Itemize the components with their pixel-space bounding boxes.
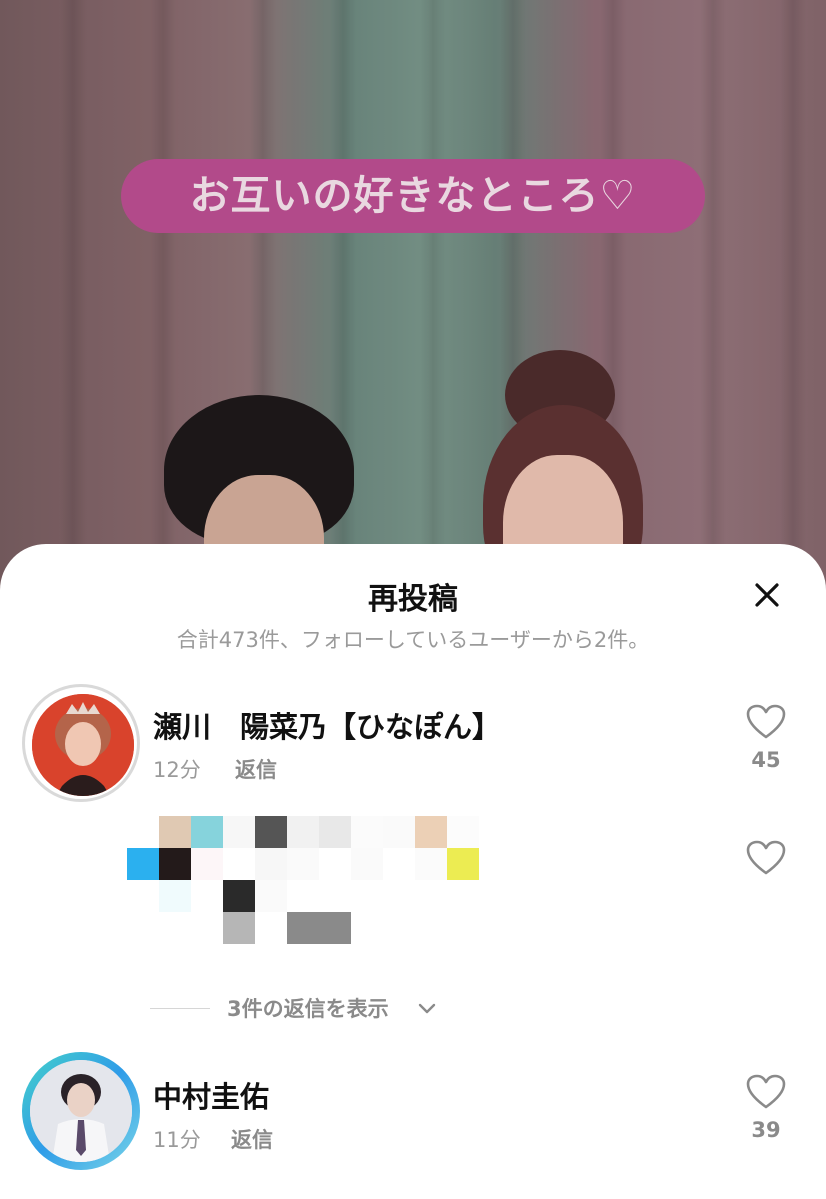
divider [150,1008,210,1009]
comment-author[interactable]: 瀬川 陽菜乃【ひなぽん】 [153,704,501,746]
avatar[interactable] [22,1052,140,1170]
chevron-down-icon [418,1003,436,1014]
heart-outline-icon [746,840,786,875]
sticker-image [127,816,511,946]
video-caption: お互いの好きなところ♡ [121,159,705,233]
comment-author[interactable]: 中村圭佑 [153,1074,269,1116]
like-button[interactable]: 45 [740,704,792,772]
close-icon [755,583,779,607]
like-count: 45 [751,748,781,772]
sheet-title: 再投稿 [368,582,458,617]
avatar[interactable] [22,684,140,802]
close-button[interactable] [742,578,792,614]
like-button[interactable] [740,840,792,876]
video-player[interactable]: お互いの好きなところ♡ [0,0,826,620]
comment-timestamp: 11分 [153,1128,201,1152]
heart-outline-icon [746,704,786,739]
repost-sheet: 再投稿 合計473件、フォローしているユーザーから2件。 瀬川 陽菜乃【ひなぽん… [0,544,826,1199]
reply-button[interactable]: 返信 [235,754,277,784]
comment-item: 中村圭佑 11分 返信 39 [0,1052,826,1177]
reply-button[interactable]: 返信 [231,1124,273,1154]
comment-timestamp: 12分 [153,758,201,782]
heart-outline-icon [746,1074,786,1109]
show-replies-label: 3件の返信を表示 [227,997,389,1021]
comment-item: 瀬川 陽菜乃【ひなぽん】 12分 返信 45 [0,682,826,807]
like-button[interactable]: 39 [740,1074,792,1142]
sheet-subtitle: 合計473件、フォローしているユーザーから2件。 [176,628,650,652]
like-count: 39 [751,1118,781,1142]
